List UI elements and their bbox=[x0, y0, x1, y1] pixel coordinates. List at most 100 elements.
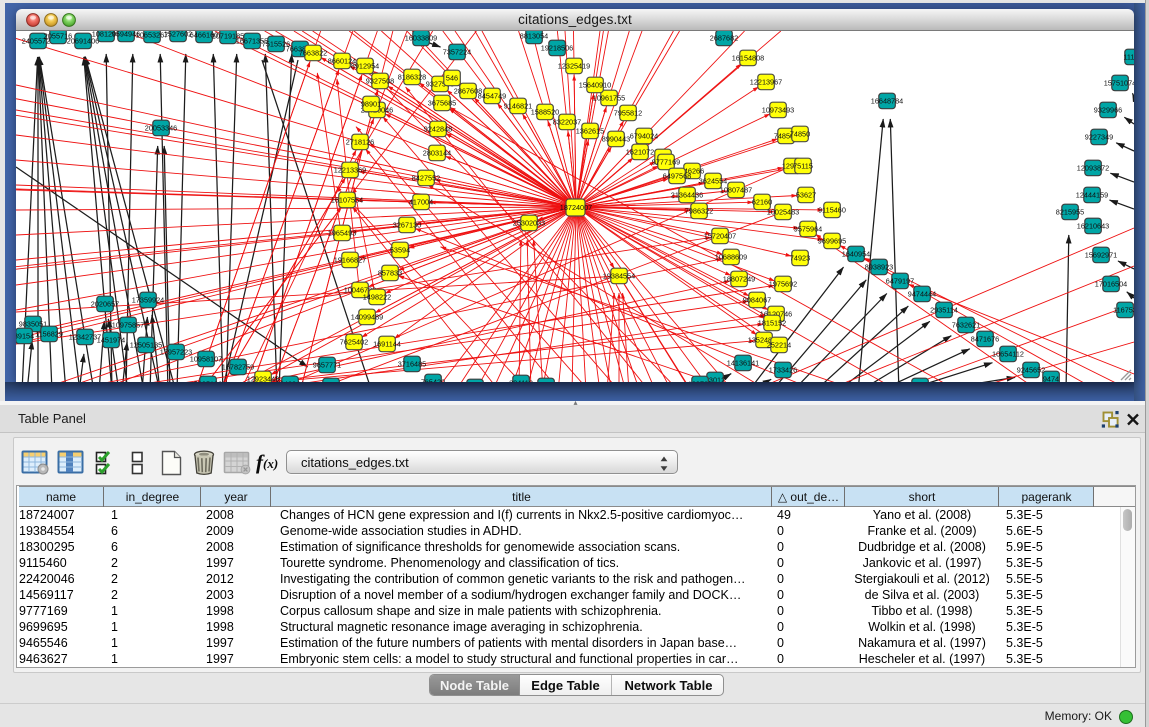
svg-text:9115460: 9115460 bbox=[818, 206, 846, 215]
svg-text:16210643: 16210643 bbox=[1077, 222, 1109, 231]
svg-text:8215955: 8215955 bbox=[1056, 208, 1084, 217]
svg-text:9084067: 9084067 bbox=[743, 296, 771, 305]
svg-text:7663822: 7663822 bbox=[299, 49, 327, 58]
svg-text:10973493: 10973493 bbox=[762, 106, 794, 115]
svg-text:7632621: 7632621 bbox=[952, 321, 980, 330]
svg-text:19218506: 19218506 bbox=[541, 44, 573, 53]
svg-text:1640954: 1640954 bbox=[842, 250, 870, 259]
svg-text:12213369: 12213369 bbox=[334, 166, 366, 175]
svg-text:74923: 74923 bbox=[790, 254, 810, 263]
svg-text:2935114: 2935114 bbox=[930, 306, 958, 315]
svg-text:765420: 765420 bbox=[421, 378, 445, 382]
svg-text:7955812: 7955812 bbox=[614, 109, 642, 118]
svg-text:1815152: 1815152 bbox=[758, 319, 786, 328]
svg-text:7357224: 7357224 bbox=[443, 48, 471, 57]
svg-text:21364436: 21364436 bbox=[671, 191, 703, 200]
svg-text:74850: 74850 bbox=[790, 130, 810, 139]
svg-text:16648784: 16648784 bbox=[871, 97, 903, 106]
svg-text:8938923: 8938923 bbox=[865, 263, 893, 272]
svg-text:9699695: 9699695 bbox=[818, 237, 846, 246]
svg-text:417004: 417004 bbox=[409, 198, 433, 207]
svg-text:1733426: 1733426 bbox=[769, 366, 797, 375]
svg-text:1451974: 1451974 bbox=[97, 336, 125, 345]
svg-text:9227349: 9227349 bbox=[1085, 133, 1113, 142]
svg-text:3716485: 3716485 bbox=[398, 360, 426, 369]
svg-text:15720407: 15720407 bbox=[704, 232, 736, 241]
svg-text:1527602: 1527602 bbox=[164, 31, 192, 39]
svg-text:98901: 98901 bbox=[361, 100, 381, 109]
svg-text:9245652: 9245652 bbox=[1017, 366, 1045, 375]
svg-text:9242848: 9242848 bbox=[424, 125, 452, 134]
svg-text:14136141: 14136141 bbox=[727, 359, 759, 368]
svg-text:1975692: 1975692 bbox=[769, 280, 797, 289]
svg-text:2803144: 2803144 bbox=[423, 149, 451, 158]
svg-text:39154: 39154 bbox=[16, 332, 34, 341]
svg-text:9146821: 9146821 bbox=[504, 102, 532, 111]
svg-text:12923448: 12923448 bbox=[247, 375, 279, 382]
svg-text:(x): (x) bbox=[263, 456, 278, 471]
svg-text:9575964: 9575964 bbox=[794, 225, 822, 234]
svg-text:17957223: 17957223 bbox=[160, 348, 192, 357]
svg-text:7986322: 7986322 bbox=[685, 207, 713, 216]
svg-text:3675685: 3675685 bbox=[428, 99, 456, 108]
svg-text:12505135: 12505135 bbox=[130, 341, 162, 350]
svg-text:10654112: 10654112 bbox=[992, 350, 1024, 359]
svg-text:8186328: 8186328 bbox=[398, 73, 426, 82]
svg-text:62160: 62160 bbox=[752, 198, 772, 207]
svg-text:15751074: 15751074 bbox=[1104, 79, 1134, 88]
svg-text:304112: 304112 bbox=[509, 379, 533, 382]
svg-text:6497568: 6497568 bbox=[663, 172, 691, 181]
svg-text:9777169: 9777169 bbox=[652, 158, 680, 167]
svg-text:1965493: 1965493 bbox=[328, 229, 356, 238]
svg-text:19384554: 19384554 bbox=[603, 272, 635, 281]
svg-text:1498222: 1498222 bbox=[363, 293, 391, 302]
svg-text:9474444: 9474444 bbox=[908, 290, 936, 299]
svg-text:8322037: 8322037 bbox=[553, 118, 581, 127]
svg-text:16782759: 16782759 bbox=[222, 363, 254, 372]
svg-text:11124: 11124 bbox=[1123, 53, 1134, 62]
svg-text:9329966: 9329966 bbox=[1094, 106, 1122, 115]
svg-text:9474: 9474 bbox=[1043, 375, 1059, 382]
svg-text:8454749: 8454749 bbox=[478, 92, 506, 101]
svg-text:3267130: 3267130 bbox=[393, 221, 421, 230]
svg-text:16033809: 16033809 bbox=[405, 34, 437, 43]
svg-text:3624554: 3624554 bbox=[699, 177, 727, 186]
svg-text:1621072: 1621072 bbox=[626, 148, 654, 157]
svg-text:10958107: 10958107 bbox=[190, 355, 222, 364]
svg-text:5905196: 5905196 bbox=[194, 380, 222, 382]
svg-text:6794024: 6794024 bbox=[630, 132, 658, 141]
svg-text:53594: 53594 bbox=[390, 246, 410, 255]
svg-text:1156829: 1156829 bbox=[35, 330, 63, 339]
svg-text:109738: 109738 bbox=[688, 380, 712, 382]
svg-text:18724007: 18724007 bbox=[560, 203, 592, 212]
svg-text:16107554: 16107554 bbox=[331, 196, 363, 205]
svg-text:8912954: 8912954 bbox=[351, 62, 379, 71]
svg-text:20053346: 20053346 bbox=[145, 124, 177, 133]
svg-text:10975857: 10975857 bbox=[112, 321, 144, 330]
svg-text:7625402: 7625402 bbox=[340, 338, 368, 347]
svg-text:19166827: 19166827 bbox=[334, 256, 366, 265]
svg-text:17016504: 17016504 bbox=[1095, 280, 1127, 289]
svg-text:252214: 252214 bbox=[767, 341, 791, 350]
svg-text:1362615: 1362615 bbox=[576, 127, 604, 136]
svg-text:10025483: 10025483 bbox=[767, 208, 799, 217]
svg-text:8990443: 8990443 bbox=[602, 135, 630, 144]
svg-text:12213967: 12213967 bbox=[750, 78, 782, 87]
svg-text:17359924: 17359924 bbox=[132, 296, 164, 305]
svg-text:8813054: 8813054 bbox=[520, 32, 548, 41]
svg-text:53627: 53627 bbox=[796, 191, 816, 200]
svg-text:1691144: 1691144 bbox=[373, 340, 401, 349]
svg-text:116753: 116753 bbox=[1113, 306, 1134, 315]
svg-text:14099489: 14099489 bbox=[351, 313, 383, 322]
svg-text:10961755: 10961755 bbox=[593, 94, 625, 103]
svg-text:8471676: 8471676 bbox=[971, 335, 999, 344]
svg-text:25302033: 25302033 bbox=[513, 219, 545, 228]
svg-text:9327508: 9327508 bbox=[366, 77, 394, 86]
svg-text:16154808: 16154808 bbox=[732, 54, 764, 63]
svg-text:6479197: 6479197 bbox=[886, 277, 914, 286]
svg-text:1242344: 1242344 bbox=[276, 380, 304, 382]
svg-text:15692971: 15692971 bbox=[1085, 251, 1117, 260]
svg-text:2718126: 2718126 bbox=[346, 138, 374, 147]
svg-text:2020657: 2020657 bbox=[91, 300, 119, 309]
svg-text:546: 546 bbox=[446, 74, 458, 83]
